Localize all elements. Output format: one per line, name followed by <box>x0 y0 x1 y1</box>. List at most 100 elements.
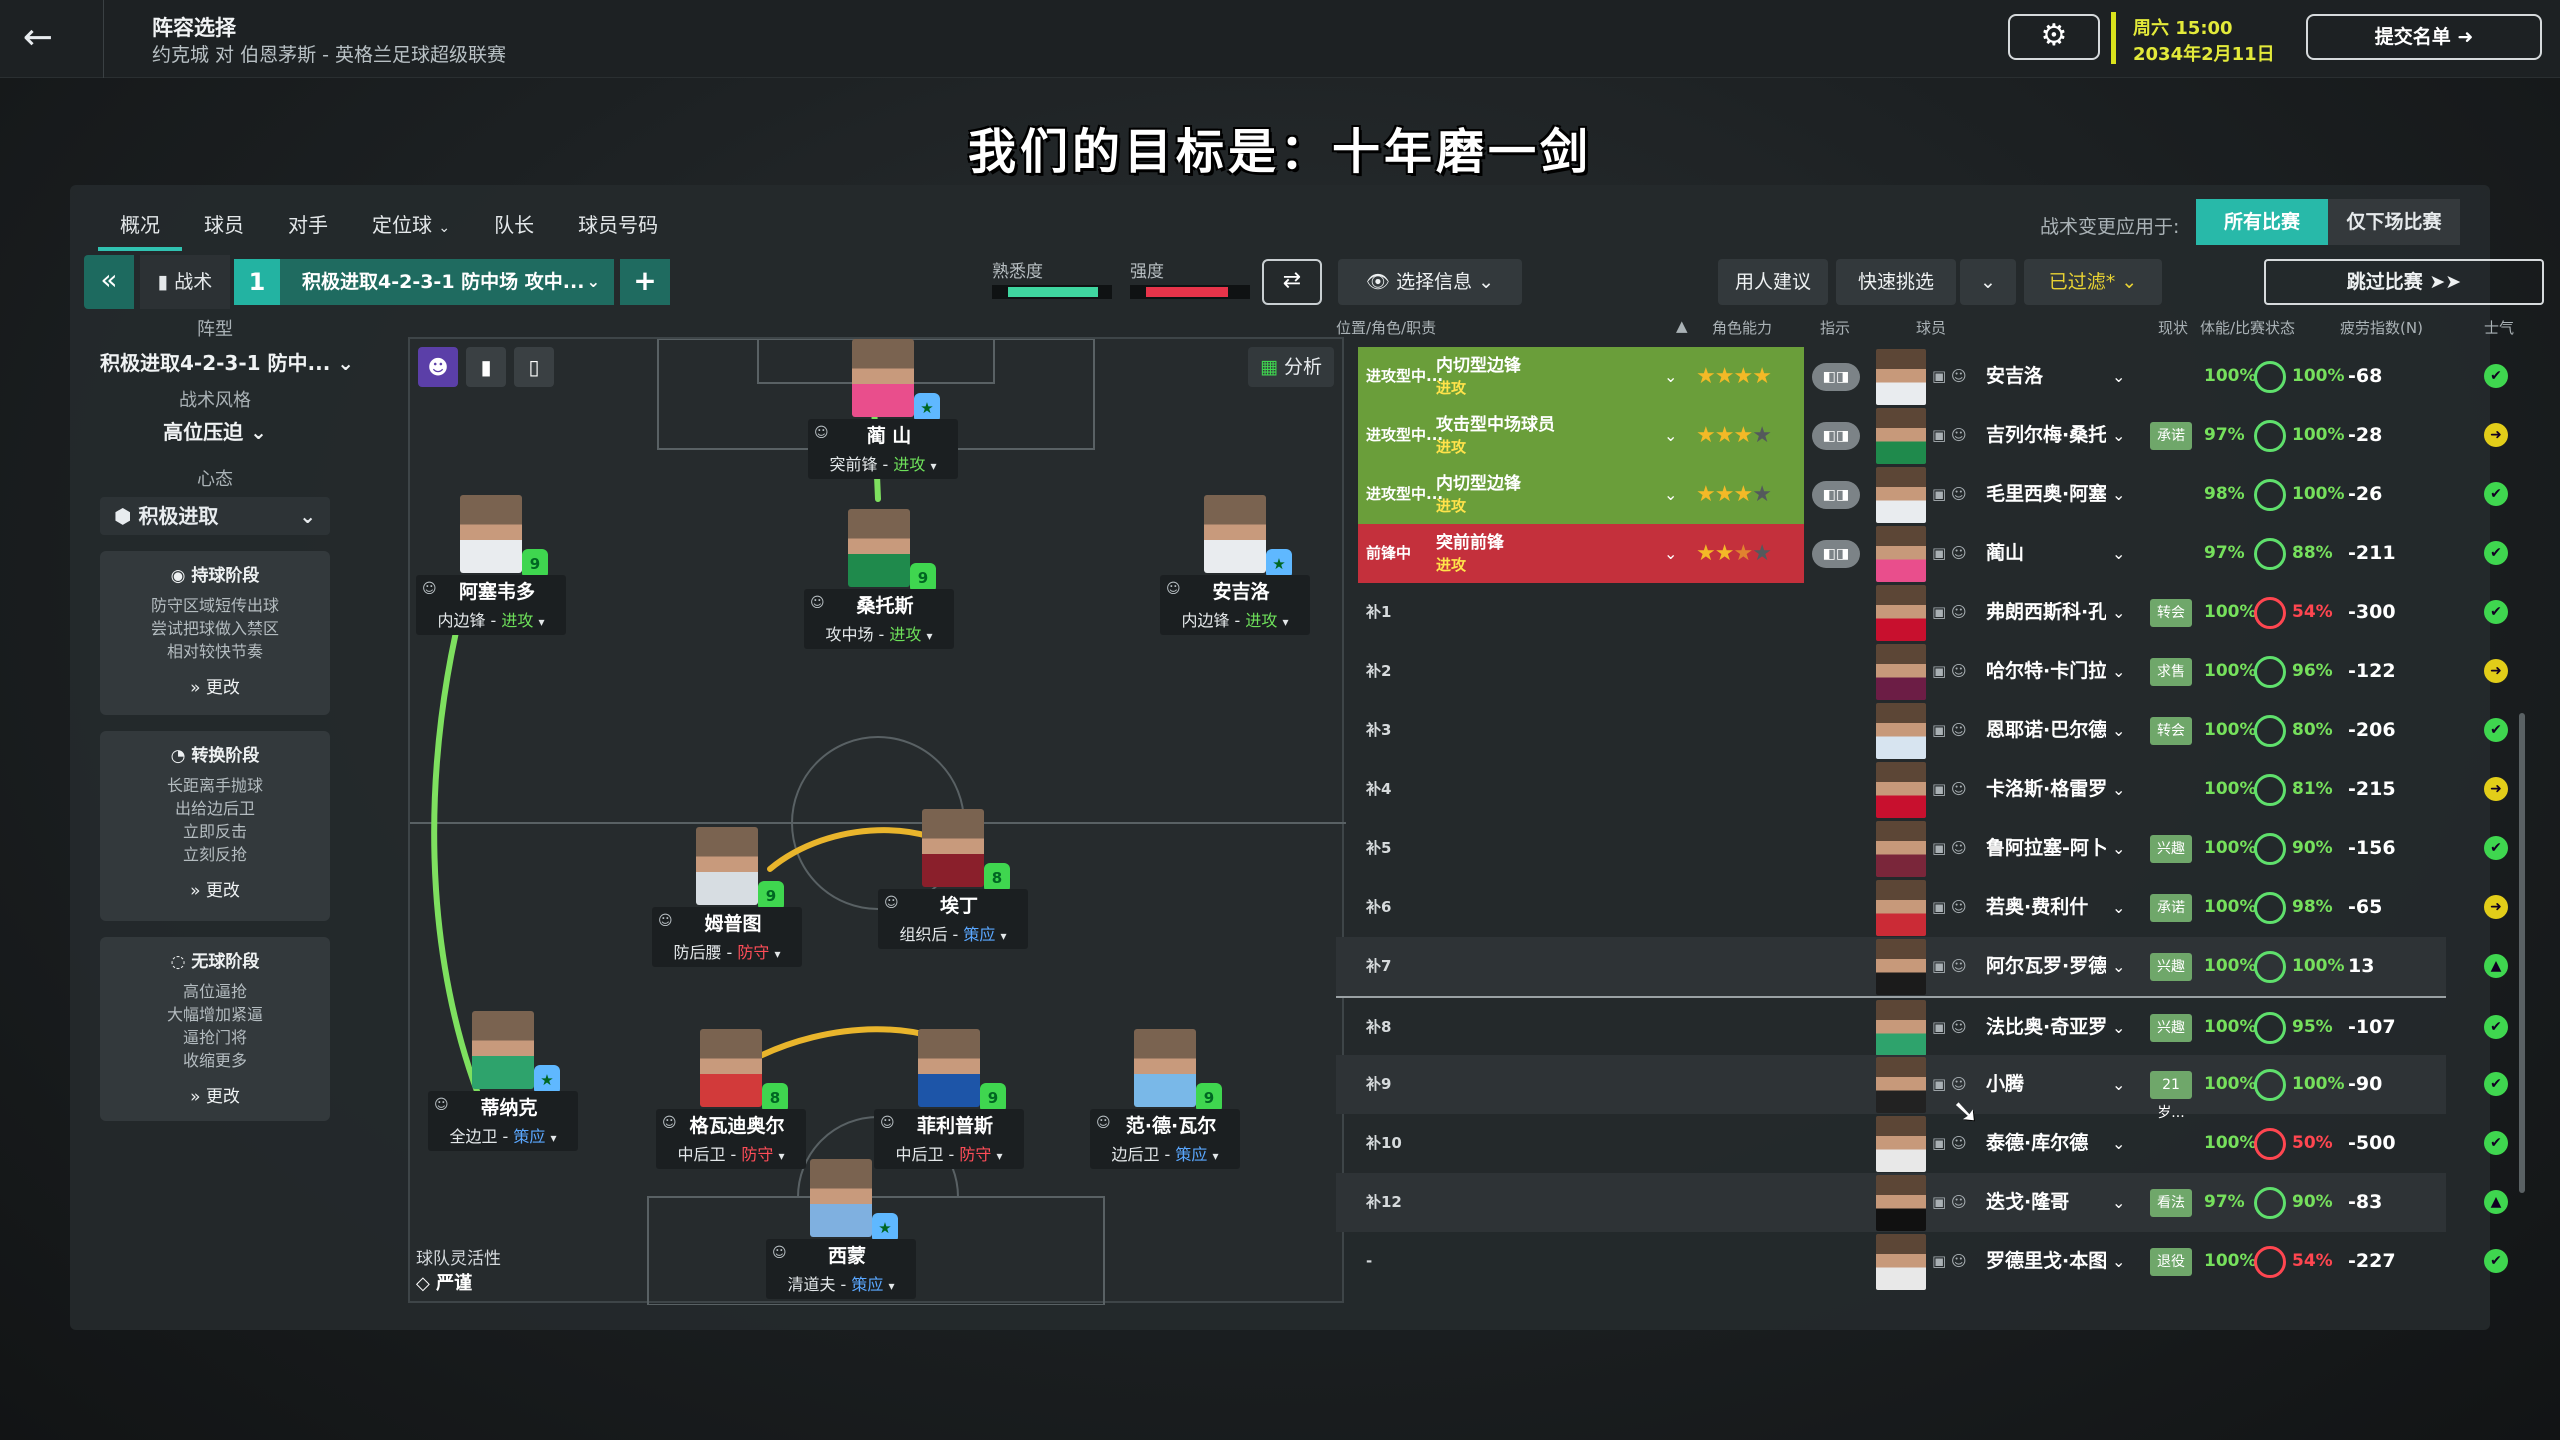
chevron-down-icon[interactable]: ⌄ <box>2112 819 2125 878</box>
submit-team-button[interactable]: 提交名单 ➜ <box>2306 14 2542 60</box>
player-name[interactable]: 泰德·库尔德 <box>1986 1114 2106 1173</box>
player-name[interactable]: 蔺山 <box>1986 524 2106 583</box>
suggest-button[interactable]: 用人建议 <box>1718 259 1828 305</box>
gear-icon[interactable]: ⚙ <box>2008 14 2100 60</box>
change-button[interactable]: » 更改 <box>108 1082 322 1107</box>
chevron-down-icon[interactable]: ⌄ <box>2112 878 2125 937</box>
swap-icon[interactable]: ⇄ <box>1262 259 1322 305</box>
chevron-down-icon[interactable]: ▾ <box>1213 1149 1219 1163</box>
tactic-board-icon[interactable]: ▯ <box>514 347 554 387</box>
player-row[interactable]: 补6 ▣ ☺ 若奥·费利什 ⌄ 承诺 100% 98% -65 ➜ <box>1336 878 2508 937</box>
player-row[interactable]: 进攻型中...内切型边锋进攻⌄★★★★◧◨▣ ☺毛里西奥·阿塞韦多⌄98%100… <box>1336 465 2508 524</box>
player-row[interactable]: 前锋中 突前前锋 进攻 ⌄ ★★★★ ◧◨ ▣ ☺ 蔺山 ⌄ 97% 88% -211 ✔ <box>1336 524 2508 583</box>
player-name[interactable]: 毛里西奥·阿塞韦多 <box>1986 465 2106 524</box>
player-name[interactable]: 罗德里戈·本图尔 <box>1986 1232 2106 1291</box>
player-row[interactable]: - ▣ ☺ 罗德里戈·本图尔⌄ 退役 100% 54% -227 ✔ <box>1336 1232 2508 1291</box>
chevron-down-icon[interactable]: ▾ <box>779 1149 785 1163</box>
player-row[interactable]: 补4 ▣ ☺ 卡洛斯·格雷罗 ⌄ 100% 81% -215 ➜ <box>1336 760 2508 819</box>
position-slot[interactable]: 进攻型中... 攻击型中场球员 进攻 ⌄ <box>1358 406 1688 465</box>
filter-dropdown[interactable]: 已过滤* ⌄ <box>2024 259 2162 305</box>
player-name[interactable]: 弗朗西斯科·孔塞桑 <box>1986 583 2106 642</box>
chevron-down-icon[interactable]: ⌄ <box>2112 937 2125 996</box>
add-tactic-button[interactable]: + <box>620 259 670 305</box>
player-row[interactable]: 补9 ▣ ☺ 小腾 ⌄ 21岁... 100% 100% -90 ✔ <box>1336 1055 2508 1121</box>
formation-select[interactable]: 积极进取4-2-3-1 防中... ⌄ <box>100 347 354 376</box>
player-row[interactable]: 进攻型中... 内切型边锋 进攻 ⌄ ★★★★ ◧◨ ▣ ☺ 安吉洛 ⌄ 100% 100% -68 ✔ <box>1336 347 2508 406</box>
chevron-down-icon[interactable]: ⌄ <box>2112 465 2125 524</box>
chevron-down-icon[interactable]: ▾ <box>931 459 937 473</box>
chevron-down-icon[interactable]: ⌄ <box>2112 998 2125 1057</box>
chevron-down-icon[interactable]: ⌄ <box>2112 406 2125 465</box>
player-row[interactable]: 补5 ▣ ☺ 鲁阿拉塞-阿卜杜拉赫曼⌄ 兴趣 100% 90% -156 ✔ <box>1336 819 2508 878</box>
player-name[interactable]: 法比奥·奇亚罗莫拉 <box>1986 998 2106 1057</box>
skip-match-button[interactable]: 跳过比赛 ➤➤ <box>2264 259 2544 305</box>
person-view-icon[interactable]: ☻ <box>418 347 458 387</box>
chevron-down-icon[interactable]: ⌄ <box>2112 1232 2125 1291</box>
mentality-select[interactable]: ⬢ 积极进取 ⌄ <box>100 497 330 535</box>
chevron-down-icon[interactable]: ⌄ <box>2112 1055 2125 1114</box>
chevron-down-icon[interactable]: ⌄ <box>2112 524 2125 583</box>
player-name[interactable]: 若奥·费利什 <box>1986 878 2106 937</box>
chevron-down-icon[interactable]: ▾ <box>775 947 781 961</box>
instructions-icon[interactable]: ◧◨ <box>1812 422 1860 450</box>
player-name[interactable]: 哈尔特·卡门拉 <box>1986 642 2106 701</box>
chevron-down-icon[interactable]: ▾ <box>927 629 933 643</box>
player-row[interactable]: 进攻型中...攻击型中场球员进攻⌄★★★★◧◨▣ ☺吉列尔梅·桑托斯⌄承诺97%… <box>1336 406 2508 465</box>
chevron-down-icon[interactable]: ⌄ <box>2112 1114 2125 1173</box>
chevron-down-icon[interactable]: ⌄ <box>2112 760 2125 819</box>
player-row[interactable]: 补12 ▣ ☺ 迭戈·隆哥 ⌄ 看法 97% 90% -83 ▲ <box>1336 1173 2508 1232</box>
position-slot[interactable]: 进攻型中... 内切型边锋 进攻 ⌄ <box>1358 347 1688 406</box>
tactic-number[interactable]: 1 <box>234 259 280 305</box>
chevron-down-icon[interactable]: ⌄ <box>2112 701 2125 760</box>
player-name[interactable]: 迭戈·隆哥 <box>1986 1173 2106 1232</box>
player-name[interactable]: 卡洛斯·格雷罗 <box>1986 760 2106 819</box>
collapse-left-icon[interactable]: « <box>84 255 134 309</box>
player-name[interactable]: 小腾 <box>1986 1055 2106 1114</box>
chevron-down-icon[interactable]: ▾ <box>997 1149 1003 1163</box>
player-row[interactable]: 补8 ▣ ☺ 法比奥·奇亚罗莫拉⌄ 兴趣 100% 95% -107 ✔ <box>1336 996 2508 1057</box>
chevron-down-icon[interactable]: ▾ <box>551 1131 557 1145</box>
position-slot[interactable]: 进攻型中... 内切型边锋 进攻 ⌄ <box>1358 465 1688 524</box>
player-name[interactable]: 吉列尔梅·桑托斯 <box>1986 406 2106 465</box>
instructions-icon[interactable]: ◧◨ <box>1812 363 1860 391</box>
chevron-down-icon[interactable]: ▾ <box>539 615 545 629</box>
player-row[interactable]: 补2 ▣ ☺ 哈尔特·卡门拉 ⌄ 求售 100% 96% -122 ➜ <box>1336 642 2508 701</box>
player-name[interactable]: 安吉洛 <box>1986 347 2106 406</box>
tactic-select[interactable]: 积极进取4-2-3-1 防中场 攻中... ⌄ <box>280 259 614 305</box>
tab-players[interactable]: 球员 <box>182 205 266 251</box>
chevron-down-icon[interactable]: ⌄ <box>2112 583 2125 642</box>
chevron-down-icon[interactable]: ▾ <box>1283 615 1289 629</box>
change-button[interactable]: » 更改 <box>108 876 322 901</box>
select-info-dropdown[interactable]: 👁 选择信息 ⌄ <box>1338 259 1522 305</box>
back-arrow-icon[interactable]: ← <box>14 14 62 62</box>
position-slot[interactable]: 前锋中 突前前锋 进攻 ⌄ <box>1358 524 1688 583</box>
chevron-down-icon[interactable]: ⌄ <box>2112 1173 2125 1232</box>
apply-all-matches[interactable]: 所有比赛 <box>2196 199 2328 245</box>
chevron-down-icon[interactable]: ▾ <box>889 1279 895 1293</box>
tab-opposition[interactable]: 对手 <box>266 205 350 251</box>
player-name[interactable]: 鲁阿拉塞-阿卜杜拉赫曼 <box>1986 819 2106 878</box>
player-row[interactable]: 补3 ▣ ☺ 恩耶诺·巴尔德 ⌄ 转会 100% 80% -206 ✔ <box>1336 701 2508 760</box>
chevron-down-icon[interactable]: ▾ <box>1001 929 1007 943</box>
player-name[interactable]: 恩耶诺·巴尔德 <box>1986 701 2106 760</box>
player-name[interactable]: 阿尔瓦罗·罗德里格斯·鲁... <box>1986 937 2106 996</box>
instructions-icon[interactable]: ◧◨ <box>1812 481 1860 509</box>
player-row[interactable]: 补7▣ ☺阿尔瓦罗·罗德里格斯·鲁...⌄兴趣100%100%13▲ <box>1336 937 2508 996</box>
player-row[interactable]: 补10 ▣ ☺ 泰德·库尔德 ⌄ 100% 50% -500 ✔ <box>1336 1114 2508 1173</box>
quick-pick-chevron-icon[interactable]: ⌄ <box>1960 259 2016 305</box>
sort-up-icon[interactable]: ▲ <box>1676 317 1688 335</box>
instructions-icon[interactable]: ◧◨ <box>1812 540 1860 568</box>
tab-captains[interactable]: 队长 <box>472 205 556 251</box>
player-row[interactable]: 补1 ▣ ☺ 弗朗西斯科·孔塞桑⌄ 转会 100% 54% -300 ✔ <box>1336 583 2508 642</box>
apply-next-match[interactable]: 仅下场比赛 <box>2328 199 2460 245</box>
analyse-button[interactable]: ▦ 分析 <box>1247 347 1334 387</box>
chevron-down-icon[interactable]: ⌄ <box>2112 347 2125 406</box>
tab-squad-numbers[interactable]: 球员号码 <box>556 205 680 251</box>
quick-pick-button[interactable]: 快速挑选 <box>1836 259 1956 305</box>
style-select[interactable]: 高位压迫 ⌄ <box>100 416 330 445</box>
tab-set-pieces[interactable]: 定位球 ⌄ <box>350 205 472 251</box>
tab-overview[interactable]: 概况 <box>98 205 182 251</box>
bar-chart-icon[interactable]: ▮ <box>466 347 506 387</box>
change-button[interactable]: » 更改 <box>108 673 322 698</box>
scrollbar[interactable] <box>2519 713 2525 1193</box>
